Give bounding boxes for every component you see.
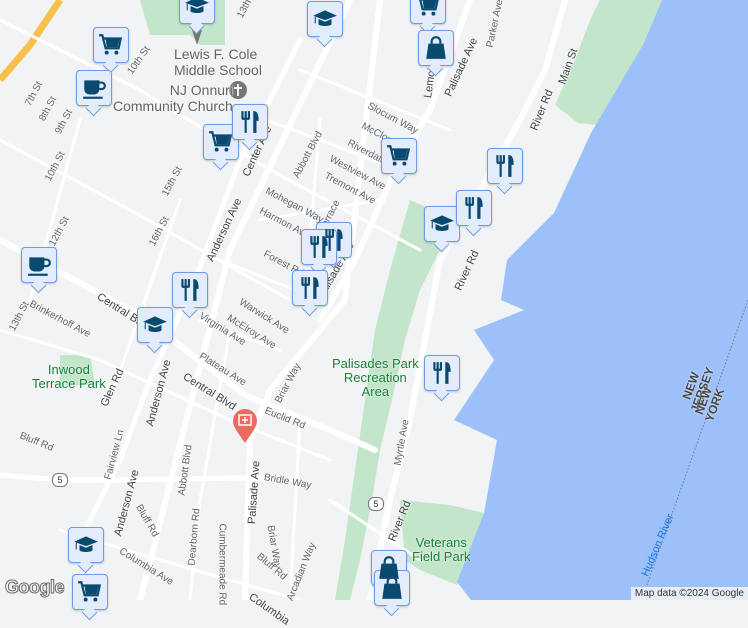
fork-knife-icon (237, 109, 263, 135)
graduation-cap-icon (73, 532, 99, 558)
restaurant-marker[interactable] (292, 270, 328, 306)
store-marker[interactable] (374, 570, 410, 606)
fork-knife-icon (429, 360, 455, 386)
school-label[interactable]: Lewis F. Cole Middle School (174, 46, 262, 78)
coffee-cup-icon (26, 252, 52, 278)
restaurant-marker[interactable] (487, 148, 523, 184)
shopping-bag-icon (379, 575, 405, 601)
restaurant-marker[interactable] (172, 272, 208, 308)
restaurant-marker[interactable] (301, 229, 337, 265)
shopping-bag-icon (423, 35, 449, 61)
shopping-marker[interactable] (381, 138, 417, 174)
restaurant-marker[interactable] (456, 190, 492, 226)
graduation-cap-icon (312, 6, 338, 32)
shopping-cart-icon (208, 129, 234, 155)
fork-knife-icon (461, 195, 487, 221)
shopping-marker[interactable] (93, 27, 129, 63)
education-marker[interactable] (68, 527, 104, 563)
shopping-cart-icon (98, 32, 124, 58)
education-marker[interactable] (179, 0, 215, 24)
park-label-palisades[interactable]: Palisades Park Recreation Area (332, 357, 419, 399)
shopping-cart-icon (386, 143, 412, 169)
park-label-veterans[interactable]: Veterans Field Park (412, 536, 471, 564)
coffee-cup-icon (81, 75, 107, 101)
park-label-inwood[interactable]: Inwood Terrace Park (32, 363, 106, 391)
street-label: Cumbermeade Rd (216, 523, 228, 606)
restaurant-marker[interactable] (232, 104, 268, 140)
cafe-marker[interactable] (76, 70, 112, 106)
shopping-cart-icon (77, 579, 103, 605)
graduation-cap-icon (429, 211, 455, 237)
graduation-cap-icon (142, 312, 168, 338)
shopping-marker[interactable] (203, 124, 239, 160)
fork-knife-icon (297, 275, 323, 301)
map-attribution[interactable]: Map data ©2024 Google (630, 587, 748, 600)
shopping-marker[interactable] (72, 574, 108, 610)
store-marker[interactable] (418, 30, 454, 66)
graduation-cap-icon (184, 0, 210, 19)
route-5-shield: 5 (368, 497, 384, 511)
fork-knife-icon (492, 153, 518, 179)
route-5-shield: 5 (52, 473, 68, 487)
education-marker[interactable] (424, 206, 460, 242)
google-logo[interactable]: Google (5, 577, 66, 598)
shopping-cart-icon (415, 0, 441, 19)
fork-knife-icon (177, 277, 203, 303)
fork-knife-icon (306, 234, 332, 260)
cafe-marker[interactable] (21, 247, 57, 283)
highway (0, 0, 63, 83)
education-marker[interactable] (307, 1, 343, 37)
education-marker[interactable] (137, 307, 173, 343)
restaurant-marker[interactable] (424, 355, 460, 391)
church-label[interactable]: NJ Onnuri Community Church (113, 82, 233, 114)
shopping-marker[interactable] (410, 0, 446, 24)
